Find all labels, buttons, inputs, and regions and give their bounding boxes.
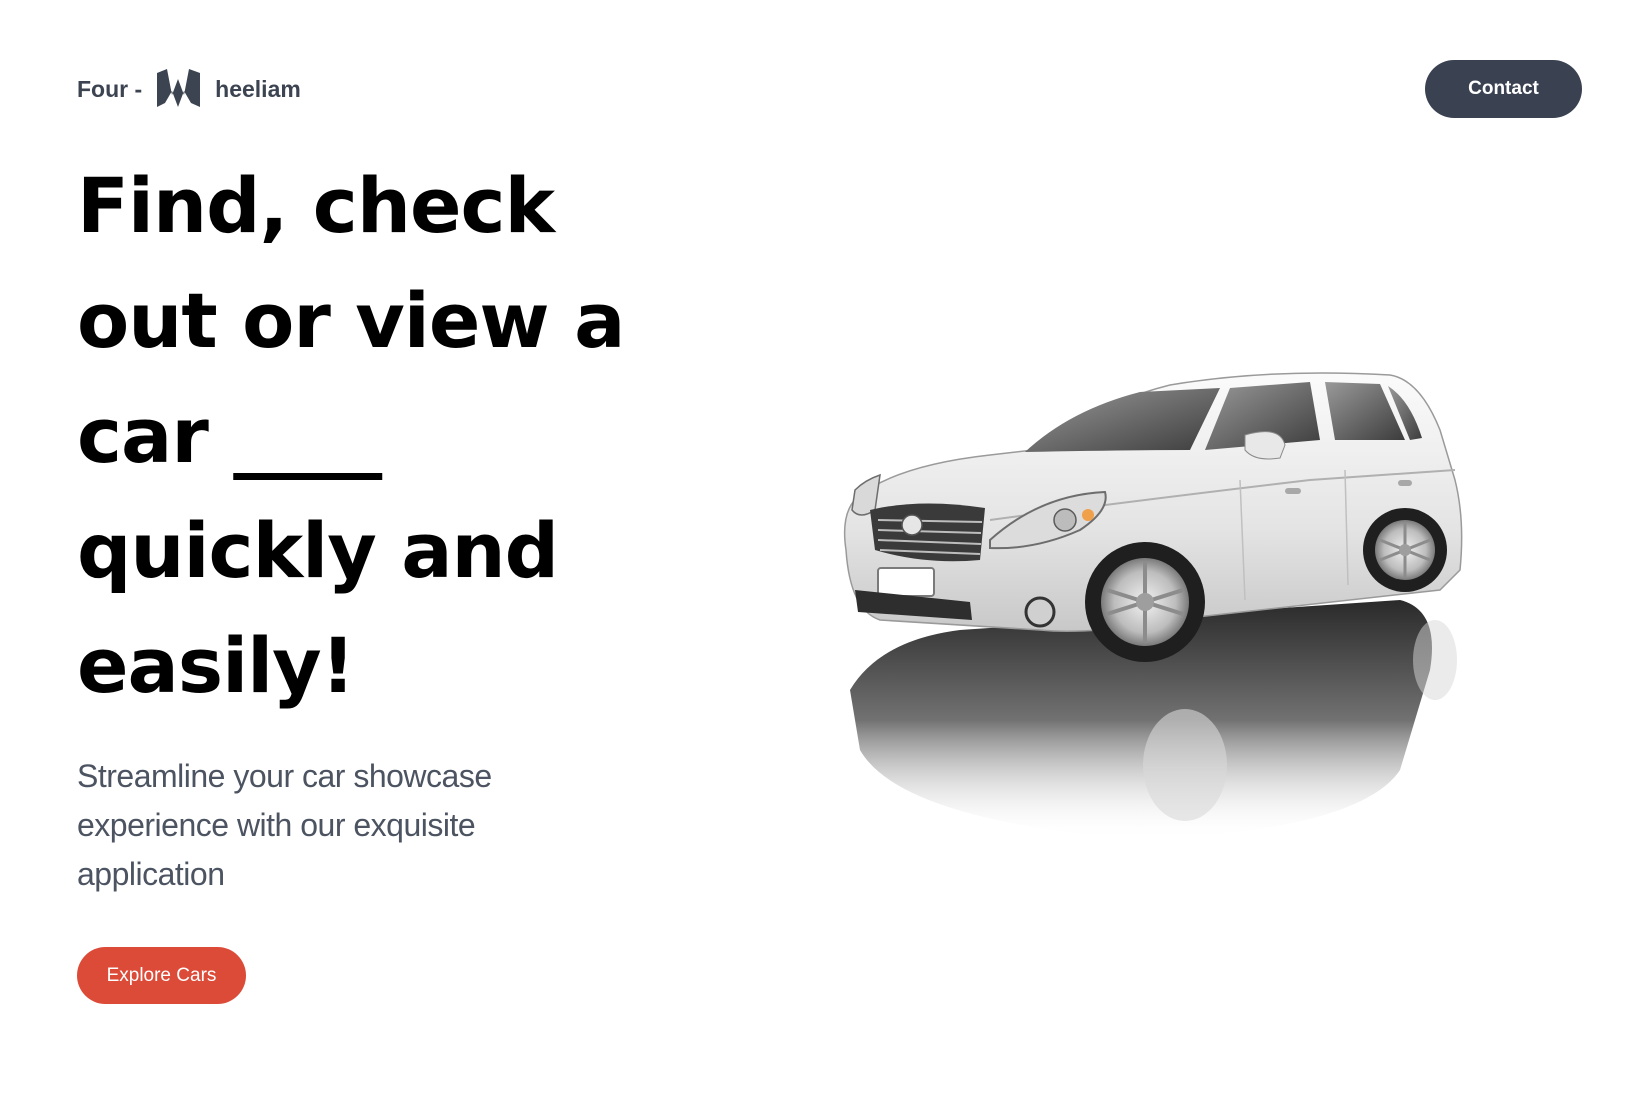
car-illustration	[843, 372, 1463, 840]
landing-page: Four - heeliam Contact Find, check out o…	[0, 0, 1646, 1112]
contact-button[interactable]: Contact	[1425, 60, 1582, 118]
brand-suffix: heeliam	[215, 75, 301, 102]
headline-line: out or view a	[77, 276, 625, 365]
hero-subtitle: Streamline your car showcase experience …	[77, 758, 492, 892]
headline-line: car ____	[77, 391, 382, 480]
headline-line: Find, check	[77, 161, 555, 250]
headline-line: easily!	[77, 621, 355, 710]
headline-line: quickly and	[77, 506, 559, 595]
brand-prefix: Four -	[77, 75, 143, 102]
brand-logo[interactable]: Four - heeliam	[77, 67, 301, 111]
car-image	[840, 370, 1500, 890]
hero-headline: Find, check out or view a car ____ quick…	[77, 148, 637, 723]
w-logo-icon	[157, 69, 201, 107]
explore-cars-button[interactable]: Explore Cars	[77, 947, 246, 1004]
